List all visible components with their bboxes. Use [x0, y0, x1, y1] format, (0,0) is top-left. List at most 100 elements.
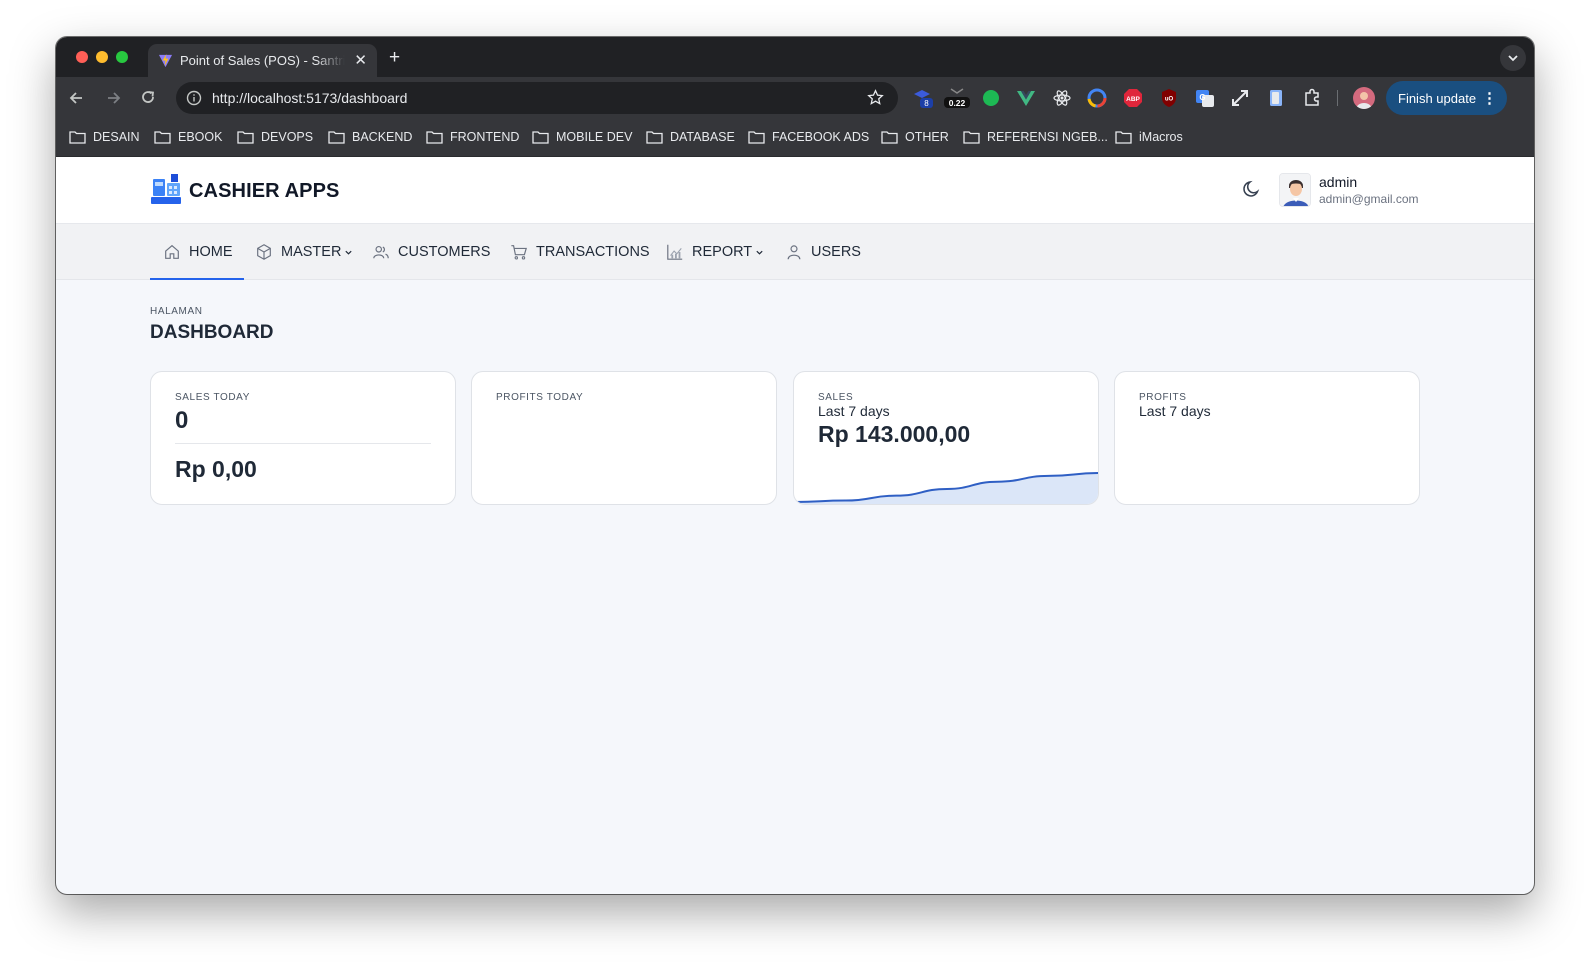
user-icon: [787, 245, 801, 260]
folder-icon: [154, 131, 171, 144]
bookmark-folder[interactable]: FRONTEND: [426, 130, 519, 144]
nav-customers[interactable]: CUSTOMERS: [372, 224, 490, 280]
page-subtitle: HALAMAN: [150, 306, 203, 317]
maximize-window-button[interactable]: [116, 51, 128, 63]
extension-react-devtools-icon[interactable]: [1051, 87, 1073, 109]
main-navigation: HOME MASTER CUSTOMERS TRANSACTIONS REPOR…: [56, 224, 1534, 280]
nav-transactions[interactable]: TRANSACTIONS: [510, 224, 650, 280]
forward-icon[interactable]: [103, 88, 123, 108]
tab-title: Point of Sales (POS) - SantriKoding: [180, 53, 345, 68]
chevron-down-icon: [756, 250, 763, 255]
moon-icon[interactable]: [1242, 179, 1262, 199]
svg-text:G: G: [1199, 93, 1205, 102]
browser-window: Point of Sales (POS) - SantriKoding ✕ + …: [56, 37, 1534, 894]
close-window-button[interactable]: [76, 51, 88, 63]
nav-master[interactable]: MASTER: [255, 224, 353, 280]
card-profits-today: PROFITS TODAY: [471, 371, 777, 505]
chevron-down-icon: [1508, 55, 1518, 62]
bookmark-folder[interactable]: MOBILE DEV: [532, 130, 632, 144]
card-label: PROFITS TODAY: [496, 392, 584, 403]
bookmarks-bar: DESAIN EBOOK DEVOPS BACKEND FRONTEND MOB…: [56, 119, 1534, 157]
app-header: CASHIER APPS admin admin@gmail.com: [56, 157, 1534, 224]
svg-text:0.22: 0.22: [949, 98, 966, 108]
card-sales-today: SALES TODAY 0 Rp 0,00: [150, 371, 456, 505]
tab-close-icon[interactable]: ✕: [354, 51, 367, 69]
svg-text:uO: uO: [1165, 97, 1174, 103]
folder-icon: [328, 131, 345, 144]
bookmark-star-icon[interactable]: [867, 89, 884, 106]
bookmark-folder[interactable]: DESAIN: [69, 130, 140, 144]
svg-text:ABP: ABP: [1126, 96, 1140, 103]
extension-graduation-icon[interactable]: 8: [912, 87, 934, 109]
nav-home[interactable]: HOME: [150, 224, 244, 280]
card-sales: SALES Last 7 days Rp 143.000,00: [793, 371, 1099, 505]
address-bar[interactable]: http://localhost:5173/dashboard: [176, 82, 898, 114]
bookmark-folder[interactable]: EBOOK: [154, 130, 222, 144]
folder-icon: [748, 131, 765, 144]
card-label: SALES: [818, 392, 854, 403]
minimize-window-button[interactable]: [96, 51, 108, 63]
sales-today-count: 0: [175, 407, 189, 434]
card-period: Last 7 days: [818, 403, 890, 419]
chevron-down-icon: [345, 250, 353, 255]
finish-update-label: Finish update: [1398, 90, 1477, 106]
nav-users[interactable]: USERS: [785, 224, 861, 280]
extension-ublock-icon[interactable]: uO: [1158, 87, 1180, 109]
extension-adblock-plus-icon[interactable]: ABP: [1122, 87, 1144, 109]
cart-icon: [511, 245, 527, 260]
folder-icon: [69, 131, 86, 144]
user-name[interactable]: admin: [1319, 174, 1357, 190]
sales-sparkline: [794, 472, 1098, 504]
browser-tab[interactable]: Point of Sales (POS) - SantriKoding ✕: [148, 44, 377, 77]
svg-text:8: 8: [924, 99, 929, 108]
profile-avatar-icon[interactable]: [1353, 87, 1375, 109]
card-profits: PROFITS Last 7 days: [1114, 371, 1420, 505]
cash-register-logo-icon[interactable]: [150, 173, 182, 205]
more-menu-icon[interactable]: ⋮: [1482, 89, 1497, 107]
reload-icon[interactable]: [138, 88, 158, 108]
extension-green-dot-icon[interactable]: [980, 87, 1002, 109]
bookmark-folder[interactable]: REFERENSI NGEB...: [963, 130, 1108, 144]
bookmark-folder[interactable]: FACEBOOK ADS: [748, 130, 869, 144]
url-text[interactable]: http://localhost:5173/dashboard: [212, 90, 407, 106]
extension-translate-icon[interactable]: G: [1194, 87, 1216, 109]
bookmark-folder[interactable]: iMacros: [1115, 130, 1183, 144]
extension-docs-icon[interactable]: [1265, 87, 1287, 109]
vite-favicon-icon: [158, 53, 173, 68]
brand-name[interactable]: CASHIER APPS: [189, 180, 340, 203]
extension-expand-icon[interactable]: [1229, 87, 1251, 109]
cube-icon: [257, 244, 271, 260]
toolbar-separator: [1337, 90, 1338, 106]
new-tab-button[interactable]: +: [389, 47, 400, 69]
back-icon[interactable]: [67, 88, 87, 108]
tab-strip: Point of Sales (POS) - SantriKoding ✕ +: [56, 37, 1534, 77]
user-avatar[interactable]: [1279, 173, 1311, 207]
folder-icon: [963, 131, 980, 144]
extension-vue-devtools-icon[interactable]: [1015, 87, 1037, 109]
browser-toolbar: http://localhost:5173/dashboard 8 0.22 A…: [56, 77, 1534, 119]
extension-price-icon[interactable]: 0.22: [943, 87, 971, 109]
tab-search-button[interactable]: [1500, 45, 1526, 71]
nav-report[interactable]: REPORT: [666, 224, 764, 280]
folder-icon: [532, 131, 549, 144]
user-email: admin@gmail.com: [1319, 192, 1419, 206]
home-icon: [165, 244, 179, 259]
folder-icon: [646, 131, 663, 144]
site-info-icon[interactable]: [186, 90, 202, 106]
sales-today-amount: Rp 0,00: [175, 456, 257, 482]
users-icon: [373, 246, 389, 259]
bookmark-folder[interactable]: OTHER: [881, 130, 949, 144]
folder-icon: [237, 131, 254, 144]
finish-update-button[interactable]: Finish update ⋮: [1386, 81, 1507, 115]
bookmark-folder[interactable]: BACKEND: [328, 130, 412, 144]
bookmark-folder[interactable]: DEVOPS: [237, 130, 313, 144]
extensions-puzzle-icon[interactable]: [1301, 87, 1323, 109]
bookmark-folder[interactable]: DATABASE: [646, 130, 735, 144]
extension-colorzilla-icon[interactable]: [1086, 87, 1108, 109]
card-divider: [175, 443, 431, 444]
card-period: Last 7 days: [1139, 403, 1211, 419]
folder-icon: [1115, 131, 1132, 144]
chart-icon: [667, 244, 683, 260]
card-label: PROFITS: [1139, 392, 1187, 403]
card-label: SALES TODAY: [175, 392, 250, 403]
